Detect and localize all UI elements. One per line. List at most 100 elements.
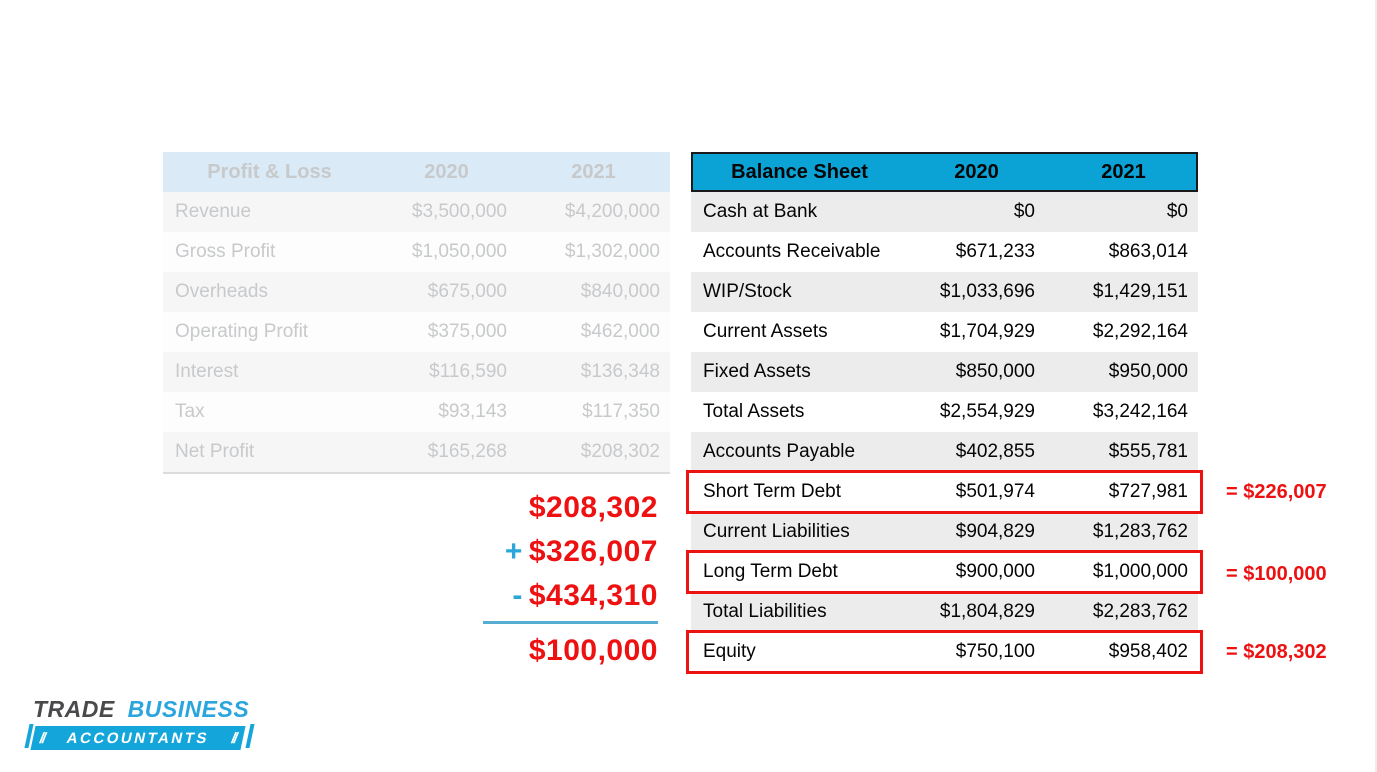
table-row: Operating Profit $375,000 $462,000: [163, 312, 670, 352]
table-row: Fixed Assets $850,000 $950,000: [691, 352, 1198, 392]
value-2021: $1,000,000: [1092, 561, 1188, 582]
table-row: Accounts Receivable $671,233 $863,014: [691, 232, 1198, 272]
value-2021: $1,283,762: [1092, 521, 1188, 542]
calc-line-2: + $326,007: [470, 530, 658, 574]
row-label: Current Liabilities: [703, 521, 850, 542]
row-label: Interest: [175, 361, 239, 382]
row-label: Current Assets: [703, 321, 828, 342]
row-label: Accounts Payable: [703, 441, 856, 462]
value-2020: $1,804,829: [939, 601, 1035, 622]
row-label: Total Liabilities: [703, 601, 827, 622]
table-row: Current Liabilities $904,829 $1,283,762: [691, 512, 1198, 552]
table-row: Interest $116,590 $136,348: [163, 352, 670, 392]
table-row: Accounts Payable $402,855 $555,781: [691, 432, 1198, 472]
table-row: Current Assets $1,704,929 $2,292,164: [691, 312, 1198, 352]
value-2020: $1,050,000: [411, 241, 507, 262]
row-label: Cash at Bank: [703, 201, 818, 222]
value-2020: $850,000: [955, 361, 1035, 382]
calculation-divider: [483, 621, 658, 624]
annotation-equity: = $208,302: [1226, 641, 1327, 663]
slide-canvas: Profit & Loss 2020 2021 Revenue $3,500,0…: [0, 0, 1377, 772]
value-2021: $2,283,762: [1092, 601, 1188, 622]
calculation-block: $208,302 + $326,007 - $434,310 $100,000: [470, 486, 658, 673]
value-2020: $402,855: [955, 441, 1035, 462]
row-label: Accounts Receivable: [703, 241, 881, 262]
table-row: Cash at Bank $0 $0: [691, 192, 1198, 232]
value-2021: $1,302,000: [564, 241, 660, 262]
table-title: Profit & Loss: [207, 160, 332, 183]
row-label: Equity: [703, 641, 756, 662]
column-header-2020: 2020: [954, 160, 999, 183]
value-2020: $0: [1013, 201, 1035, 222]
column-header-2020: 2020: [424, 160, 469, 183]
table-row-long-term-debt: Long Term Debt $900,000 $1,000,000: [686, 550, 1203, 594]
column-header-2021: 2021: [1101, 160, 1146, 183]
value-2021: $727,981: [1108, 481, 1188, 502]
column-header-2021: 2021: [571, 160, 616, 183]
table-row: Revenue $3,500,000 $4,200,000: [163, 192, 670, 232]
value-2021: $950,000: [1108, 361, 1188, 382]
value-2020: $675,000: [427, 281, 507, 302]
row-label: Long Term Debt: [703, 561, 838, 582]
row-label: Short Term Debt: [703, 481, 841, 502]
row-label: Gross Profit: [175, 241, 276, 262]
value-2021: $136,348: [580, 361, 660, 382]
row-label: Overheads: [175, 281, 268, 302]
logo-slashes-right: //: [229, 729, 238, 747]
logo: TRADE BUSINESS // ACCOUNTANTS //: [30, 696, 249, 750]
logo-slashes-left: //: [38, 729, 47, 747]
row-label: Total Assets: [703, 401, 805, 422]
value-2020: $1,704,929: [939, 321, 1035, 342]
table-row: Tax $93,143 $117,350: [163, 392, 670, 432]
profit-loss-header-row: Profit & Loss 2020 2021: [163, 152, 670, 192]
plus-operator: +: [504, 535, 523, 568]
annotation-short-term-debt: = $226,007: [1226, 481, 1327, 503]
row-label: Net Profit: [175, 441, 255, 462]
row-label: Fixed Assets: [703, 361, 811, 382]
row-label: Tax: [175, 401, 205, 422]
value-2021: $117,350: [582, 401, 660, 422]
logo-business-text: BUSINESS: [127, 696, 250, 722]
value-2020: $116,590: [429, 361, 507, 382]
table-row: Total Liabilities $1,804,829 $2,283,762: [691, 592, 1198, 632]
value-2020: $900,000: [955, 561, 1035, 582]
value-2021: $840,000: [580, 281, 660, 302]
table-row-equity: Equity $750,100 $958,402: [686, 630, 1203, 674]
value-2020: $904,829: [955, 521, 1035, 542]
value-2020: $1,033,696: [939, 281, 1035, 302]
row-label: Revenue: [175, 201, 252, 222]
table-title: Balance Sheet: [731, 160, 868, 183]
minus-operator: -: [512, 579, 523, 612]
value-2021: $1,429,151: [1092, 281, 1188, 302]
logo-accountants-text: ACCOUNTANTS: [65, 729, 211, 747]
value-2020: $2,554,929: [939, 401, 1035, 422]
table-row: Overheads $675,000 $840,000: [163, 272, 670, 312]
row-label: Operating Profit: [175, 321, 309, 342]
value-2021: $208,302: [580, 441, 660, 462]
table-row: WIP/Stock $1,033,696 $1,429,151: [691, 272, 1198, 312]
value-2021: $3,242,164: [1092, 401, 1188, 422]
value-2020: $750,100: [955, 641, 1035, 662]
profit-loss-table: Profit & Loss 2020 2021 Revenue $3,500,0…: [163, 152, 670, 474]
value-2020: $671,233: [955, 241, 1035, 262]
value-2020: $93,143: [438, 401, 507, 422]
calc-line-2-value: $326,007: [528, 535, 658, 568]
table-row: Gross Profit $1,050,000 $1,302,000: [163, 232, 670, 272]
balance-sheet-table: Balance Sheet 2020 2021 Cash at Bank $0 …: [686, 152, 1203, 674]
calc-line-1: $208,302: [528, 491, 658, 524]
table-row: Total Assets $2,554,929 $3,242,164: [691, 392, 1198, 432]
table-row: Net Profit $165,268 $208,302: [163, 432, 670, 472]
logo-wordmark: TRADE BUSINESS: [33, 696, 249, 723]
value-2021: $462,000: [580, 321, 660, 342]
calc-line-3: - $434,310: [470, 574, 658, 618]
annotation-long-term-debt: = $100,000: [1226, 563, 1327, 585]
calc-result: $100,000: [528, 634, 658, 667]
value-2021: $4,200,000: [564, 201, 660, 222]
table-row-short-term-debt: Short Term Debt $501,974 $727,981: [686, 470, 1203, 514]
value-2021: $555,781: [1108, 441, 1188, 462]
row-label: WIP/Stock: [703, 281, 792, 302]
value-2021: $2,292,164: [1092, 321, 1188, 342]
logo-accountants-bar: // ACCOUNTANTS //: [30, 726, 246, 750]
value-2020: $501,974: [955, 481, 1035, 502]
value-2021: $863,014: [1108, 241, 1188, 262]
